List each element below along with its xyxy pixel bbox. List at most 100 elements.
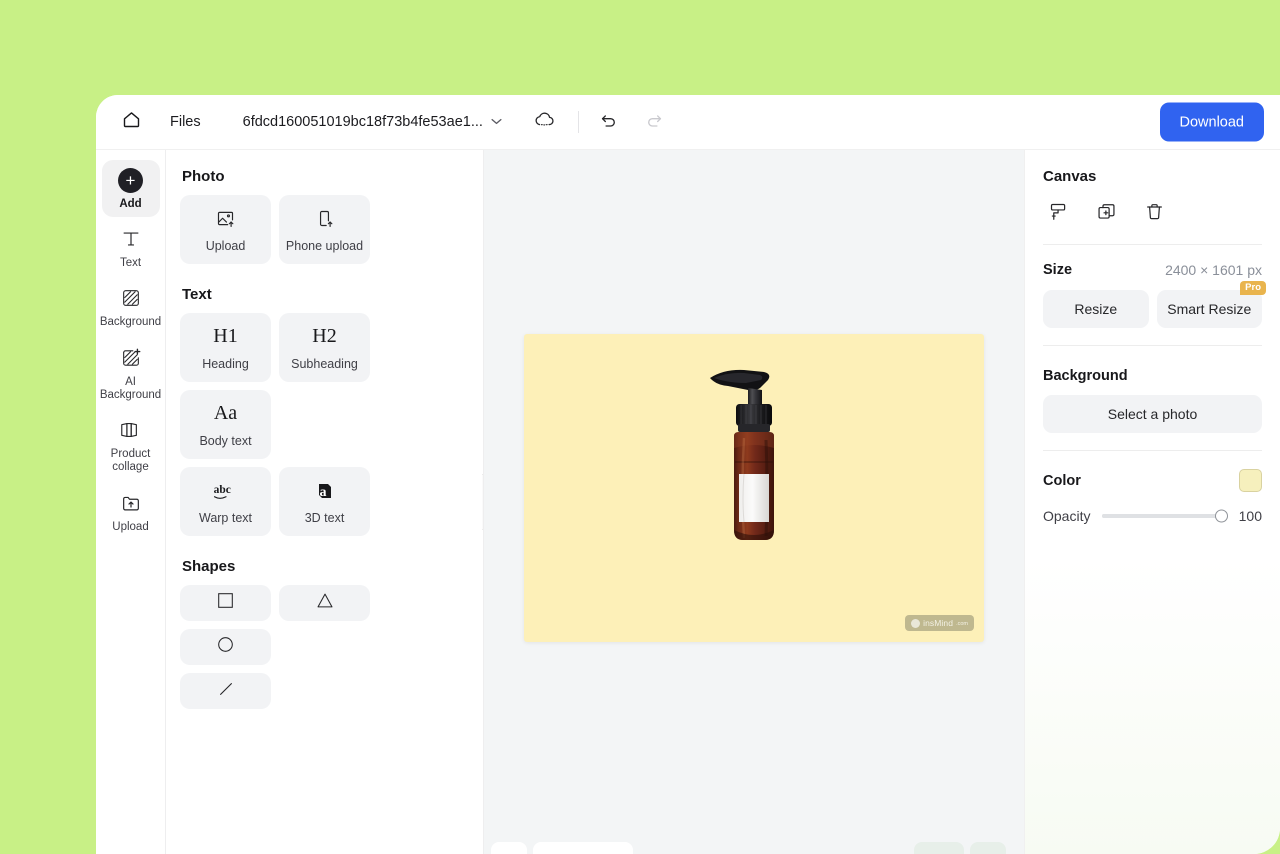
tile-3d-text[interactable]: a 3D text [279, 467, 370, 536]
three-d-text-icon: a [313, 479, 337, 503]
rail-item-text[interactable]: Text [102, 219, 160, 276]
watermark-logo-icon [911, 618, 921, 628]
size-label: Size [1043, 262, 1073, 278]
rail-item-add[interactable]: + Add [101, 160, 160, 218]
smart-resize-button[interactable]: Smart Resize Pro [1156, 281, 1266, 328]
folder-upload-icon [120, 490, 142, 516]
tile-upload[interactable]: Upload [180, 195, 271, 264]
tile-subheading[interactable]: H2 Subheading [279, 313, 370, 382]
color-swatch[interactable] [1239, 469, 1262, 492]
duplicate-icon [1096, 201, 1117, 227]
tile-body-text[interactable]: Aa Body text [180, 390, 271, 459]
line-icon [217, 680, 235, 703]
paint-roller-button[interactable] [1045, 201, 1071, 227]
watermark: insMind .com [905, 615, 974, 631]
warp-text-icon: abc [211, 479, 241, 503]
hatch-square-icon [120, 285, 142, 311]
trash-icon [1144, 201, 1165, 227]
canvas-area[interactable]: insMind .com [484, 150, 1024, 854]
smart-resize-label: Smart Resize [1167, 301, 1252, 317]
size-value: 2400 × 1601 px [1165, 262, 1262, 278]
text-tiles-row2: abc Warp text a 3D text [180, 467, 467, 536]
color-label: Color [1043, 472, 1081, 489]
tile-circle-shape[interactable] [180, 629, 271, 665]
phone-upload-icon [314, 207, 335, 231]
canvas-tools [1043, 201, 1262, 227]
tile-square-shape[interactable] [180, 585, 271, 621]
tile-label-3d-text: 3D text [304, 510, 345, 525]
background-section-title: Background [1043, 368, 1128, 384]
undo-icon [599, 110, 618, 134]
left-rail: + Add Text Background AI Background Prod… [96, 150, 166, 854]
tool-panel: Photo Upload Phone upload Text H1 Headin… [166, 150, 484, 854]
text-tiles: H1 Heading H2 Subheading Aa Body text [180, 313, 467, 459]
tile-phone-upload[interactable]: Phone upload [279, 195, 370, 264]
circle-icon [217, 636, 234, 658]
pro-badge: Pro [1240, 281, 1266, 295]
top-toolbar: Files 6fdcd160051019bc18f73b4fe53ae1... [96, 95, 1280, 150]
select-a-photo-button[interactable]: Select a photo [1043, 395, 1262, 433]
tile-line-shape[interactable] [180, 673, 271, 709]
bottom-toolbar [484, 835, 1024, 854]
watermark-suffix: .com [956, 621, 968, 627]
cloud-sync-button[interactable] [530, 107, 560, 137]
body-text-glyph: Aa [213, 402, 238, 424]
panel-title-canvas: Canvas [1043, 168, 1097, 185]
rail-item-product-collage[interactable]: Product collage [102, 410, 160, 480]
rail-label-ai-background: AI Background [99, 375, 162, 401]
app-body: + Add Text Background AI Background Prod… [96, 150, 1280, 854]
document-name: 6fdcd160051019bc18f73b4fe53ae1... [242, 114, 483, 130]
delete-button[interactable] [1141, 201, 1167, 227]
opacity-slider-knob[interactable] [1215, 509, 1228, 523]
tile-label-heading: Heading [202, 356, 249, 371]
size-row: Size 2400 × 1601 px [1043, 262, 1262, 278]
bottom-tool-2[interactable] [533, 842, 633, 854]
tile-heading[interactable]: H1 Heading [180, 313, 271, 382]
tile-label-body-text: Body text [199, 433, 252, 448]
watermark-text: insMind [923, 618, 954, 628]
tile-label-phone-upload: Phone upload [285, 238, 364, 253]
hatch-sparkle-icon [120, 345, 142, 371]
right-properties-panel: Canvas Size 2400 × 1601 px Resize Smart … [1024, 150, 1280, 854]
text-section-title: Text [182, 286, 212, 303]
download-button[interactable]: Download [1159, 102, 1264, 142]
duplicate-button[interactable] [1093, 201, 1119, 227]
resize-button[interactable]: Resize [1043, 290, 1149, 328]
bottom-tool-1[interactable] [491, 842, 527, 854]
redo-icon [645, 110, 664, 134]
opacity-row: Opacity 100 [1043, 508, 1262, 524]
bottom-tool-4[interactable] [970, 842, 1006, 854]
tile-label-upload: Upload [205, 238, 246, 253]
home-button[interactable] [114, 105, 148, 139]
home-icon [121, 109, 142, 135]
files-menu[interactable]: Files [170, 114, 201, 130]
rail-item-background[interactable]: Background [99, 278, 162, 335]
page-background: Files 6fdcd160051019bc18f73b4fe53ae1... [0, 0, 1280, 854]
opacity-value: 100 [1238, 508, 1262, 524]
svg-text:a: a [319, 485, 326, 500]
subheading-glyph: H2 [312, 325, 337, 347]
rail-label-add: Add [119, 198, 142, 210]
rail-label-background: Background [99, 316, 162, 329]
rail-label-product-collage: Product collage [110, 448, 151, 474]
rail-item-upload[interactable]: Upload [102, 483, 160, 540]
rail-item-ai-background[interactable]: AI Background [99, 338, 162, 408]
toolbar-divider [577, 111, 579, 133]
panel-divider-3 [1043, 450, 1262, 451]
photo-tiles: Upload Phone upload [180, 195, 467, 264]
product-image-bottle[interactable] [694, 358, 814, 618]
design-canvas[interactable]: insMind .com [524, 334, 984, 642]
opacity-slider[interactable] [1102, 509, 1228, 523]
bottom-tool-3[interactable] [914, 842, 964, 854]
resize-buttons: Resize Smart Resize Pro [1043, 281, 1266, 328]
tile-triangle-shape[interactable] [279, 585, 370, 621]
undo-button[interactable] [593, 106, 625, 138]
app-window: Files 6fdcd160051019bc18f73b4fe53ae1... [96, 95, 1280, 854]
rail-label-text: Text [119, 257, 142, 270]
collage-icon [119, 417, 143, 443]
chevron-down-icon [491, 117, 502, 128]
document-name-dropdown[interactable]: 6fdcd160051019bc18f73b4fe53ae1... [243, 114, 502, 130]
svg-text:abc: abc [213, 483, 230, 495]
redo-button[interactable] [639, 106, 671, 138]
tile-warp-text[interactable]: abc Warp text [180, 467, 271, 536]
